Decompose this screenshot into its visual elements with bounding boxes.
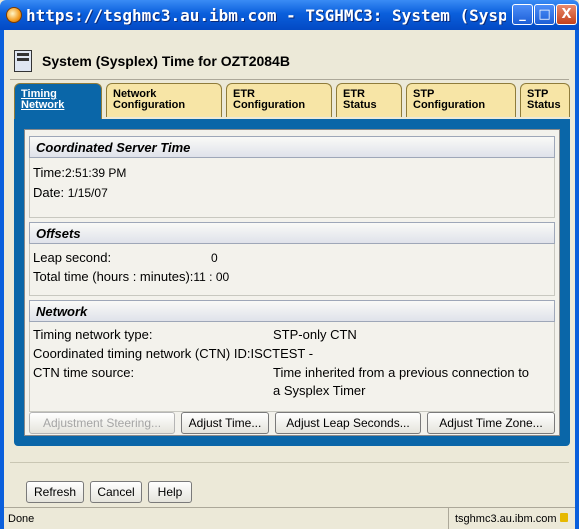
- leap-second-value: 0: [211, 251, 218, 265]
- maximize-button[interactable]: □: [534, 4, 555, 25]
- ctn-source-label: CTN time source:: [33, 365, 135, 380]
- lock-icon: [560, 513, 569, 522]
- tab-timing-network[interactable]: Timing Network: [14, 83, 102, 119]
- adjust-time-button[interactable]: Adjust Time...: [181, 412, 269, 434]
- minimize-button[interactable]: _: [512, 4, 533, 25]
- close-button[interactable]: X: [556, 4, 577, 25]
- status-host-text: tsghmc3.au.ibm.com: [455, 513, 557, 525]
- help-button[interactable]: Help: [148, 481, 192, 503]
- tab-stp-configuration[interactable]: STP Configuration: [406, 83, 516, 117]
- section-header-cst: Coordinated Server Time: [29, 136, 555, 158]
- page-title: System (Sysplex) Time for OZT2084B: [42, 53, 290, 69]
- tab-etr-status[interactable]: ETR Status: [336, 83, 402, 117]
- section-header-network: Network: [29, 300, 555, 322]
- time-label: Time:: [33, 165, 66, 180]
- tab-etr-configuration[interactable]: ETR Configuration: [226, 83, 332, 117]
- status-bar: Done tsghmc3.au.ibm.com: [4, 507, 575, 529]
- page-header: System (Sysplex) Time for OZT2084B: [14, 47, 290, 75]
- ctn-id-label: Coordinated timing network (CTN) ID:: [33, 346, 251, 361]
- status-text: Done: [8, 513, 35, 525]
- cst-date-row: Date: 1/15/07: [33, 185, 108, 200]
- date-label: Date:: [33, 185, 65, 200]
- ctn-source-value-line1: Time inherited from a previous connectio…: [273, 365, 530, 380]
- tab-label-line2: Configuration: [413, 99, 486, 111]
- ctn-source-value-line2: a Sysplex Timer: [273, 383, 366, 398]
- tab-label-line2: Configuration: [233, 99, 306, 111]
- system-icon: [14, 50, 32, 72]
- header-divider: [10, 79, 569, 80]
- time-value: 2:51:39 PM: [65, 166, 127, 180]
- adjust-time-zone-button[interactable]: Adjust Time Zone...: [427, 412, 555, 434]
- tab-label-line2: Status: [343, 99, 377, 111]
- window-title: https://tsghmc3.au.ibm.com - TSGHMC3: Sy…: [26, 5, 506, 25]
- total-time-value: 11 : 00: [193, 270, 230, 284]
- cancel-button[interactable]: Cancel: [90, 481, 142, 503]
- title-bar[interactable]: https://tsghmc3.au.ibm.com - TSGHMC3: Sy…: [0, 0, 579, 30]
- date-value: 1/15/07: [67, 186, 108, 200]
- adjust-leap-seconds-button[interactable]: Adjust Leap Seconds...: [275, 412, 421, 434]
- network-type-label: Timing network type:: [33, 327, 153, 342]
- refresh-button[interactable]: Refresh: [26, 481, 84, 503]
- tab-label-line2: Status: [527, 99, 561, 111]
- network-type-value: STP-only CTN: [273, 327, 357, 342]
- tab-bar: Timing Network Network Configuration ETR…: [14, 83, 570, 119]
- total-time-label: Total time (hours : minutes):: [33, 269, 194, 284]
- timing-network-content: Coordinated Server Time Time:2:51:39 PM …: [24, 129, 560, 436]
- status-host: tsghmc3.au.ibm.com: [448, 508, 575, 529]
- footer-divider: [10, 462, 569, 463]
- adjustment-steering-button: Adjustment Steering...: [29, 412, 175, 434]
- ctn-id-value: ISCTEST -: [250, 346, 314, 361]
- tab-stp-status[interactable]: STP Status: [520, 83, 570, 117]
- tab-network-configuration[interactable]: Network Configuration: [106, 83, 222, 117]
- total-time-row: Total time (hours : minutes):11 : 00: [33, 269, 229, 284]
- leap-second-label: Leap second:: [33, 250, 112, 265]
- tab-label-line2: Configuration: [113, 99, 186, 111]
- ctn-id-row: Coordinated timing network (CTN) ID:ISCT…: [33, 346, 313, 361]
- cst-time-row: Time:2:51:39 PM: [33, 165, 126, 180]
- section-header-offsets: Offsets: [29, 222, 555, 244]
- tab-panel: Coordinated Server Time Time:2:51:39 PM …: [14, 119, 570, 446]
- browser-icon: [6, 7, 22, 23]
- tab-label-line2: Network: [21, 99, 65, 111]
